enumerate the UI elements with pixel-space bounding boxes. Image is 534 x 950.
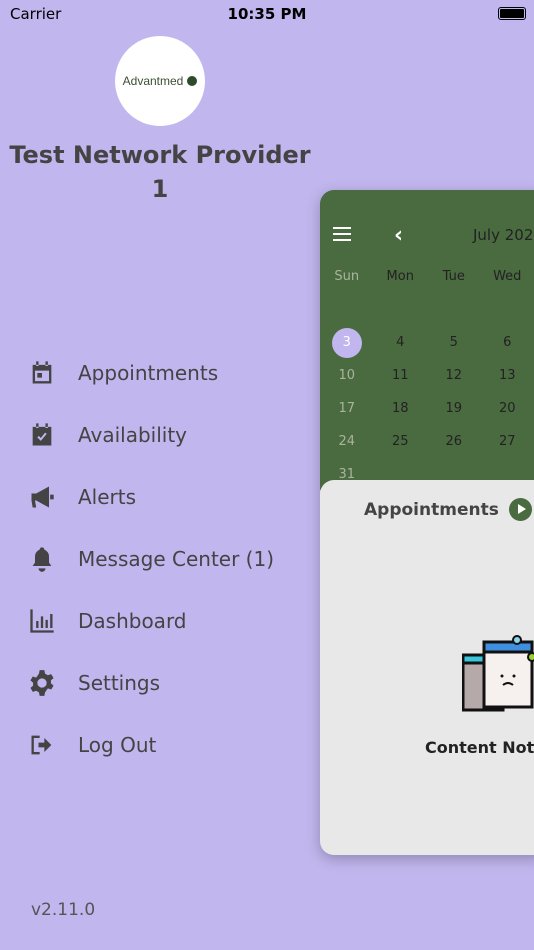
weekday-row: Sun Mon Tue Wed	[320, 260, 534, 293]
menu-label: Message Center (1)	[78, 547, 275, 571]
bell-icon	[32, 547, 52, 572]
menu-label: Settings	[78, 671, 161, 695]
menu-item-message-center[interactable]: Message Center (1)	[28, 528, 274, 590]
menu-item-availability[interactable]: Availability	[28, 404, 274, 466]
menu-item-appointments[interactable]: Appointments	[28, 342, 274, 404]
hamburger-menu-icon[interactable]	[333, 227, 351, 245]
play-icon[interactable]	[508, 498, 532, 521]
calendar-day[interactable]: 24	[320, 434, 374, 449]
home-screen-preview[interactable]: ‹ July 2022 SunMonTueWed3456101112131718…	[320, 190, 534, 855]
menu-item-log-out[interactable]: Log Out	[28, 714, 274, 776]
logo-mark-icon	[187, 76, 198, 86]
appointments-panel: Appointments Content Not Found	[320, 480, 534, 855]
selected-day[interactable]: 3	[331, 327, 362, 358]
calendar-day[interactable]: 4	[374, 335, 428, 350]
status-bar: Carrier 10:35 PM	[0, 0, 534, 28]
weekday-label: Wed	[493, 269, 522, 284]
logo-text: Advantmed	[122, 74, 184, 88]
menu-item-settings[interactable]: Settings	[28, 652, 274, 714]
week-row: 24 25 26 27	[320, 425, 534, 458]
weekday-label: Sun	[334, 269, 360, 284]
calendar-day[interactable]: 26	[427, 434, 481, 449]
menu-item-alerts[interactable]: Alerts	[28, 466, 274, 528]
calendar-day[interactable]: 25	[374, 434, 428, 449]
megaphone-icon	[31, 486, 54, 508]
battery-icon	[498, 7, 526, 20]
calendar-day[interactable]: 10	[320, 368, 374, 383]
calendar-day[interactable]: 11	[374, 368, 428, 383]
menu-label: Alerts	[78, 485, 137, 509]
chevron-left-icon[interactable]: ‹	[394, 223, 403, 248]
calendar-day[interactable]: 12	[427, 368, 481, 383]
menu-item-dashboard[interactable]: Dashboard	[28, 590, 274, 652]
calendar-day[interactable]: 3	[320, 327, 374, 358]
app-version: v2.11.0	[31, 900, 96, 920]
calendar-icon	[32, 361, 52, 384]
gear-icon	[30, 670, 54, 696]
week-row: 3456	[320, 326, 534, 359]
weekday-label: Tue	[442, 269, 465, 284]
chart-icon	[30, 609, 54, 633]
calendar: ‹ July 2022 SunMonTueWed3456101112131718…	[320, 190, 534, 490]
calendar-day[interactable]: 17	[320, 401, 374, 416]
calendar-day[interactable]: 6	[481, 335, 534, 350]
side-menu: Appointments Availability Alerts Message…	[28, 342, 274, 776]
calendar-day[interactable]: 18	[374, 401, 428, 416]
empty-content-illustration	[462, 635, 534, 712]
logo: Advantmed	[115, 36, 205, 126]
calendar-day[interactable]: 13	[481, 368, 534, 383]
week-row: 17 18 19 20	[320, 392, 534, 425]
menu-label: Dashboard	[78, 609, 187, 633]
week-row: 10 11 12 13	[320, 359, 534, 392]
week-row	[320, 293, 534, 326]
appointments-title: Appointments	[364, 499, 499, 520]
calendar-day[interactable]: 27	[481, 434, 534, 449]
calendar-day[interactable]: 19	[427, 401, 481, 416]
menu-label: Log Out	[78, 733, 157, 757]
calendar-month: July 2022	[473, 226, 534, 244]
provider-name: Test Network Provider 1	[9, 141, 311, 203]
calendar-day[interactable]: 5	[427, 335, 481, 350]
clock: 10:35 PM	[227, 5, 307, 23]
menu-label: Availability	[78, 423, 188, 447]
weekday-label: Mon	[386, 269, 414, 284]
calendar-day[interactable]: 20	[481, 401, 534, 416]
menu-label: Appointments	[78, 361, 219, 385]
logout-icon	[31, 735, 52, 755]
calendar-grid: Sun Mon Tue Wed 3 4 5 6 10 11 12 13 17 18 19 20 24 25 26 27…	[320, 260, 534, 491]
calendar-check-icon	[32, 423, 52, 446]
empty-state-text: Content Not Found	[425, 738, 534, 757]
